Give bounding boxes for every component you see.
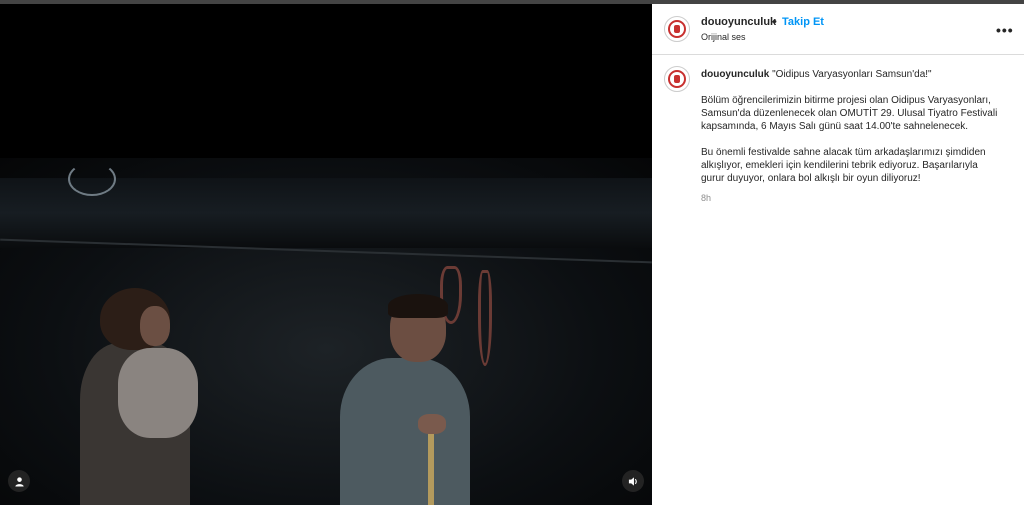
video-frame bbox=[0, 158, 652, 505]
username-link[interactable]: douoyunculuk bbox=[701, 16, 776, 28]
post-time[interactable]: 8h bbox=[701, 192, 1001, 205]
logo-icon bbox=[668, 70, 686, 88]
audio-link[interactable]: Orijinal ses bbox=[701, 32, 746, 42]
caption-avatar[interactable] bbox=[664, 66, 690, 92]
post-header: douoyunculuk • Takip Et Orijinal ses ••• bbox=[652, 4, 1024, 55]
mute-button[interactable] bbox=[622, 470, 644, 492]
caption-username[interactable]: douoyunculuk bbox=[701, 69, 769, 80]
follow-button[interactable]: Takip Et bbox=[782, 16, 824, 28]
more-options-button[interactable]: ••• bbox=[996, 22, 1014, 38]
post-panel: douoyunculuk • Takip Et Orijinal ses •••… bbox=[652, 4, 1024, 505]
hanging-prop bbox=[478, 270, 492, 366]
caption-paragraph: Bölüm öğrencilerimizin bitirme projesi o… bbox=[701, 95, 998, 132]
stage-ring bbox=[68, 162, 116, 196]
logo-icon bbox=[668, 20, 686, 38]
caption-title: "Oidipus Varyasyonları Samsun'da!" bbox=[772, 69, 932, 80]
video-player[interactable] bbox=[0, 4, 652, 505]
speaker-icon bbox=[628, 476, 637, 486]
caption-text: douoyunculuk "Oidipus Varyasyonları Sams… bbox=[701, 68, 1001, 205]
actor-woman-with-baby bbox=[80, 288, 210, 505]
separator-dot: • bbox=[773, 16, 777, 28]
avatar[interactable] bbox=[664, 16, 690, 42]
actor-man-with-staff bbox=[340, 294, 480, 505]
user-tag-button[interactable] bbox=[8, 470, 30, 492]
caption-paragraph: Bu önemli festivalde sahne alacak tüm ar… bbox=[701, 147, 986, 184]
user-icon bbox=[14, 476, 24, 487]
